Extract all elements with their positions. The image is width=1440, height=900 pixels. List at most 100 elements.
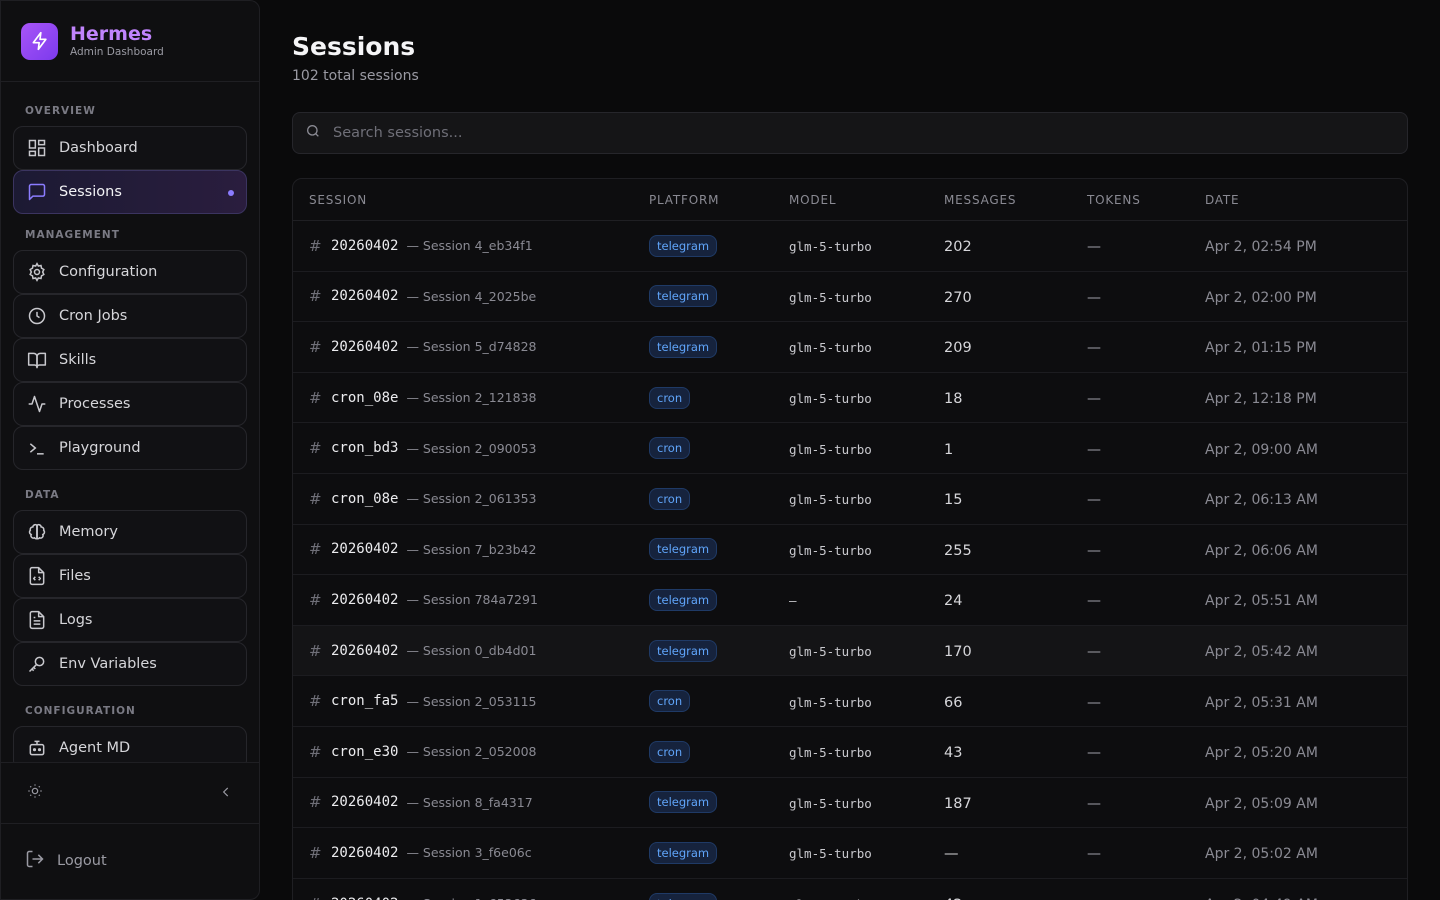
platform-badge: telegram <box>649 538 718 561</box>
section-label-configuration: CONFIGURATION <box>25 705 136 717</box>
sidebar-item-label: Files <box>59 568 91 584</box>
hash-icon: # <box>309 641 322 660</box>
sidebar-item-label: Configuration <box>59 264 158 280</box>
table-row[interactable]: # cron_fa5 — Session 2_053115 cron glm-5… <box>293 676 1407 727</box>
session-date: Apr 2, 05:42 AM <box>1205 644 1318 661</box>
platform-badge: telegram <box>649 588 718 611</box>
token-count: — <box>1087 391 1101 408</box>
table-row[interactable]: # 20260402 — Session 5_d74828 telegram g… <box>293 322 1407 373</box>
session-name: — Session 7_b23b42 <box>406 541 537 557</box>
message-count: 270 <box>944 289 972 306</box>
active-indicator <box>228 190 234 196</box>
session-date: Apr 2, 05:20 AM <box>1205 745 1318 762</box>
hash-icon: # <box>309 236 322 255</box>
sidebar-item-playground[interactable]: Playground <box>13 426 247 470</box>
session-id: cron_08e <box>331 389 399 406</box>
sidebar-item-memory[interactable]: Memory <box>13 510 247 554</box>
hash-icon: # <box>309 590 322 609</box>
book-open-icon <box>26 349 48 371</box>
session-name: — Session 3_f6e06c <box>406 845 532 861</box>
hash-icon: # <box>309 439 322 458</box>
sidebar-item-cron-jobs[interactable]: Cron Jobs <box>13 294 247 338</box>
sun-icon[interactable] <box>27 783 43 803</box>
table-row[interactable]: # 20260402 — Session 4_eb34f1 telegram g… <box>293 221 1407 272</box>
logout-label: Logout <box>57 853 107 869</box>
table-row[interactable]: # 20260402 — Session 0_db4d01 telegram g… <box>293 625 1407 677</box>
token-count: — <box>1087 340 1101 357</box>
column-header-model[interactable]: MODEL <box>789 193 944 207</box>
table-body: # 20260402 — Session 4_eb34f1 telegram g… <box>293 221 1407 900</box>
sidebar-item-files[interactable]: Files <box>13 554 247 598</box>
model-name: glm-5-turbo <box>789 795 872 811</box>
sidebar-item-skills[interactable]: Skills <box>13 338 247 382</box>
sidebar-item-label: Memory <box>59 524 118 540</box>
table-row[interactable]: # cron_bd3 — Session 2_090053 cron glm-5… <box>293 423 1407 474</box>
sessions-table: SESSION PLATFORM MODEL MESSAGES TOKENS D… <box>292 178 1408 900</box>
session-name: — Session 2_090053 <box>406 440 537 456</box>
table-row[interactable]: # cron_e30 — Session 2_052008 cron glm-5… <box>293 727 1407 778</box>
sidebar-item-env-variables[interactable]: Env Variables <box>13 642 247 686</box>
search-icon <box>305 123 321 143</box>
gear-icon <box>26 261 48 283</box>
file-code-icon <box>26 565 48 587</box>
token-count: — <box>1087 593 1101 610</box>
message-count: 43 <box>944 745 963 762</box>
session-date: Apr 2, 09:00 AM <box>1205 441 1318 458</box>
sidebar-item-agent-md[interactable]: Agent MD <box>13 726 247 762</box>
hash-icon: # <box>309 692 322 711</box>
model-name: glm-5-turbo <box>789 644 872 660</box>
token-count: — <box>1087 492 1101 509</box>
table-row[interactable]: # cron_08e — Session 2_121838 cron glm-5… <box>293 373 1407 424</box>
sidebar-item-logs[interactable]: Logs <box>13 598 247 642</box>
table-row[interactable]: # 20260402 — Session 3_f6e06c telegram g… <box>293 828 1407 879</box>
session-id: 20260402 <box>331 288 399 305</box>
sidebar-item-processes[interactable]: Processes <box>13 382 247 426</box>
sidebar-item-sessions[interactable]: Sessions <box>13 170 247 214</box>
hash-icon: # <box>309 388 322 407</box>
platform-badge: cron <box>649 690 691 713</box>
table-row[interactable]: # cron_08e — Session 2_061353 cron glm-5… <box>293 474 1407 525</box>
session-date: Apr 2, 05:02 AM <box>1205 846 1318 863</box>
table-row[interactable]: # 20260402 — Session 784a7291 telegram –… <box>293 575 1407 626</box>
message-count: 15 <box>944 492 963 509</box>
platform-badge: telegram <box>649 791 718 814</box>
token-count: — <box>1087 289 1101 306</box>
table-row[interactable]: # 20260402 — Session 4_2025be telegram g… <box>293 272 1407 323</box>
session-name: — Session 0_db4d01 <box>406 643 537 659</box>
column-header-session[interactable]: SESSION <box>293 193 649 207</box>
session-date: Apr 2, 05:31 AM <box>1205 694 1318 711</box>
session-id: 20260402 <box>331 237 399 254</box>
model-name: glm-5-turbo <box>789 492 872 508</box>
session-date: Apr 2, 06:06 AM <box>1205 542 1318 559</box>
column-header-tokens[interactable]: TOKENS <box>1087 193 1205 207</box>
sidebar-nav: OVERVIEW Dashboard Sessions MANAGEMENT C… <box>1 82 259 762</box>
logout-button[interactable]: Logout <box>25 849 107 873</box>
sidebar-item-dashboard[interactable]: Dashboard <box>13 126 247 170</box>
token-count: — <box>1087 239 1101 256</box>
terminal-icon <box>26 437 48 459</box>
column-header-messages[interactable]: MESSAGES <box>944 193 1087 207</box>
session-name: — Session 784a7291 <box>406 592 538 608</box>
sidebar-item-configuration[interactable]: Configuration <box>13 250 247 294</box>
sidebar-item-label: Cron Jobs <box>59 308 128 324</box>
session-count: 102 total sessions <box>292 68 419 84</box>
token-count: — <box>1087 795 1101 812</box>
model-name: glm-5-turbo <box>789 745 872 761</box>
column-header-platform[interactable]: PLATFORM <box>649 193 789 207</box>
chevron-left-icon[interactable] <box>219 784 233 803</box>
search-bar[interactable] <box>292 112 1408 154</box>
sidebar-item-label: Dashboard <box>59 140 138 156</box>
token-count: — <box>1087 644 1101 661</box>
session-id: 20260402 <box>331 642 399 659</box>
table-header: SESSION PLATFORM MODEL MESSAGES TOKENS D… <box>293 179 1407 221</box>
brand-subtitle: Admin Dashboard <box>70 46 164 58</box>
column-header-date[interactable]: DATE <box>1205 193 1407 207</box>
message-count: 24 <box>944 593 963 610</box>
search-input[interactable] <box>333 125 1333 141</box>
hash-icon: # <box>309 843 322 862</box>
message-count: — <box>944 846 959 863</box>
table-row[interactable]: # 20260402 — Session 1_653636 telegram g… <box>293 879 1407 900</box>
table-row[interactable]: # 20260402 — Session 8_fa4317 telegram g… <box>293 778 1407 829</box>
table-row[interactable]: # 20260402 — Session 7_b23b42 telegram g… <box>293 525 1407 576</box>
model-name: glm-5-turbo <box>789 542 872 558</box>
